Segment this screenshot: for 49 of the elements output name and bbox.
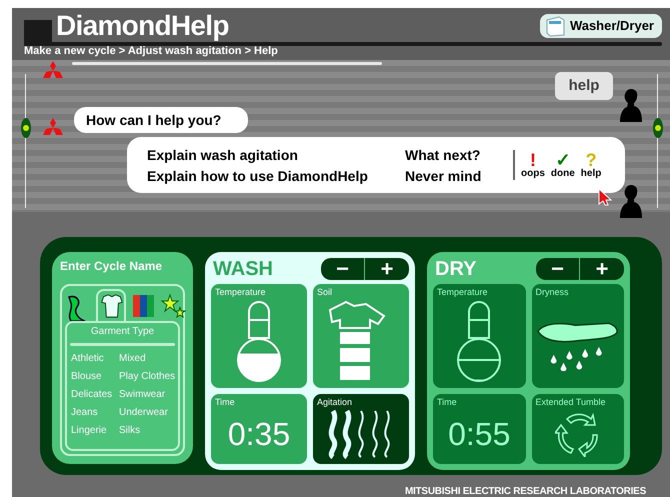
app-title: DiamondHelp — [56, 12, 229, 40]
section-title: WASH — [213, 259, 273, 279]
tile-label: Temperature — [437, 288, 489, 297]
choice-link[interactable]: What next? — [405, 146, 480, 164]
tumble-arrows-icon — [554, 410, 601, 456]
tile-label: Agitation — [317, 398, 354, 407]
stars-tab[interactable] — [160, 293, 188, 321]
soil-tile[interactable]: Soil — [313, 284, 409, 388]
tile-label: Time — [437, 398, 458, 407]
appliance-badge[interactable]: Washer/Dryer — [540, 14, 662, 38]
time-tile[interactable]: Time 0:55 — [433, 394, 526, 464]
assistant-bubble: How can I help you? — [74, 107, 248, 133]
choice-link[interactable]: Explain wash agitation — [147, 146, 298, 164]
dryness-tile[interactable]: Dryness — [532, 284, 624, 388]
time-display: 0:35 — [228, 418, 290, 450]
stepper-button[interactable]: + — [365, 258, 409, 280]
choice-link[interactable]: Explain how to use DiamondHelp — [147, 166, 368, 184]
indicator-light-icon — [653, 118, 663, 138]
person-icon — [620, 184, 642, 218]
stepper-button[interactable]: − — [321, 258, 365, 280]
appliance-name: Washer/Dryer — [570, 17, 654, 36]
tile-label: Dryness — [536, 288, 570, 297]
time-tile[interactable]: Time 0:35 — [211, 394, 307, 464]
action-button[interactable]: ? help — [580, 151, 602, 179]
help-bubble[interactable]: help — [555, 72, 613, 100]
temperature-tile[interactable]: Temperature — [211, 284, 307, 388]
time-display: 0:55 — [448, 418, 510, 450]
shirt-tab[interactable] — [96, 289, 126, 321]
list-heading: Garment Type — [90, 327, 156, 337]
logo-icon — [43, 118, 63, 136]
stepper-button[interactable]: + — [580, 258, 624, 280]
tile-label: Soil — [317, 288, 334, 297]
logo-icon — [43, 61, 63, 79]
tile-label: Temperature — [215, 288, 267, 297]
washer-icon — [544, 15, 566, 37]
stepper-button[interactable]: − — [536, 258, 580, 280]
footer-text: MITSUBISHI ELECTRIC RESEARCH LABORATORIES — [404, 487, 646, 497]
action-button[interactable]: ✓ done — [550, 151, 575, 179]
breadcrumb[interactable]: Make a new cycle > Adjust wash agitation > Help — [24, 46, 278, 57]
action-button[interactable]: ! oops — [521, 151, 545, 179]
choice-link[interactable]: Never mind — [405, 166, 482, 184]
tumble-tile[interactable]: Extended Tumble — [532, 394, 624, 464]
tile-label: Time — [215, 398, 236, 407]
agitation-tile[interactable]: Agitation — [313, 394, 409, 464]
tile-label: Extended Tumble — [536, 398, 607, 407]
person-icon — [620, 88, 642, 122]
section-title: DRY — [435, 259, 476, 279]
temperature-tile[interactable]: Temperature — [433, 284, 526, 388]
indicator-light-icon — [21, 118, 31, 138]
